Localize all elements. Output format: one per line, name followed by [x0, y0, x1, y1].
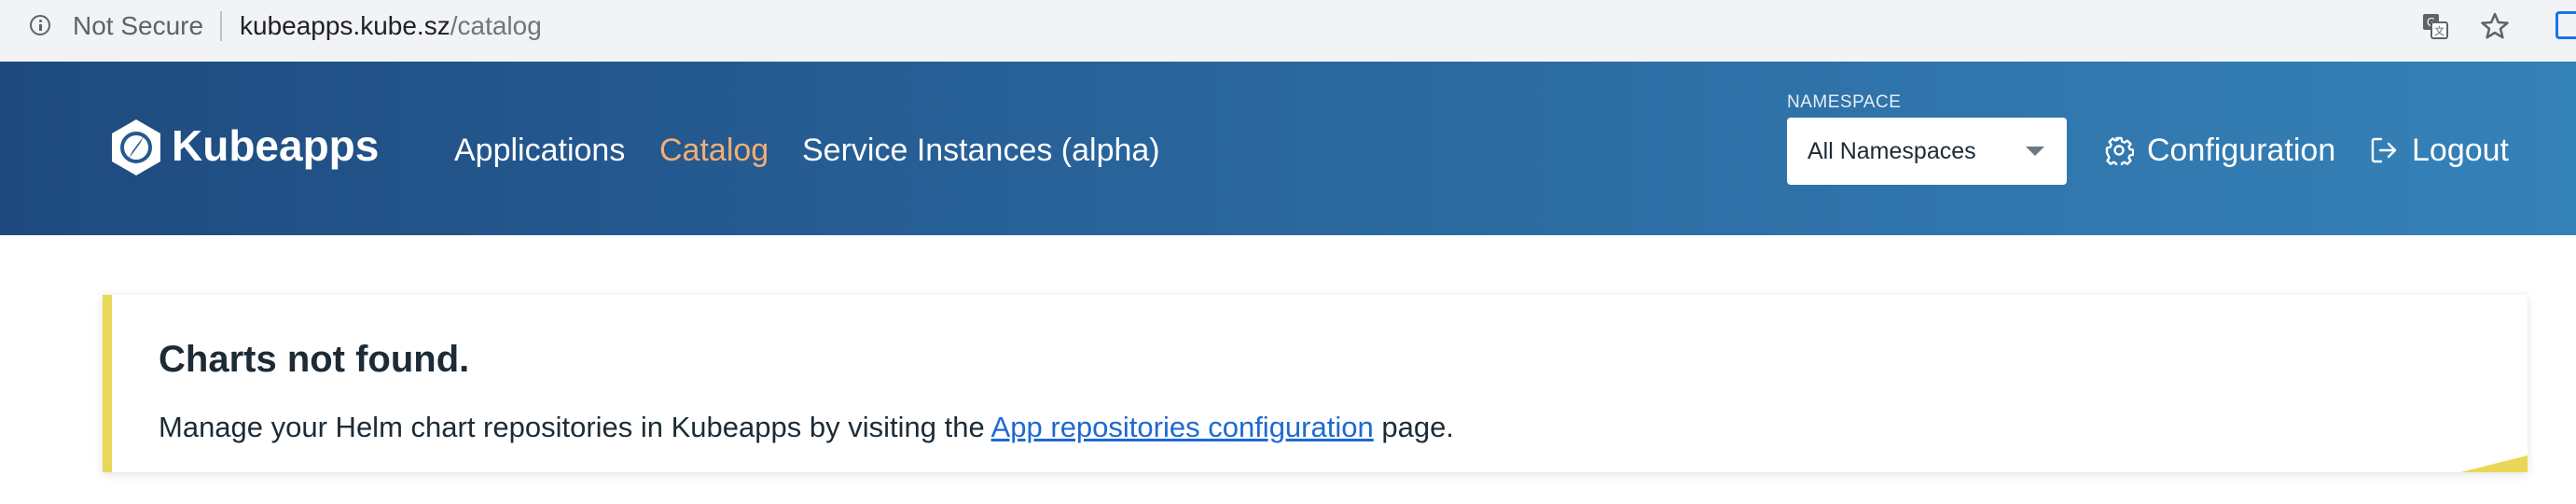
extension-icon[interactable] [2555, 11, 2576, 41]
security-label[interactable]: Not Secure [73, 11, 203, 41]
chevron-down-icon [2026, 147, 2044, 156]
namespace-select[interactable]: All Namespaces [1787, 118, 2067, 185]
url-field[interactable]: kubeapps.kube.sz/catalog [240, 11, 542, 41]
notice-corner-accent [2460, 455, 2528, 472]
translate-icon[interactable]: G 文 [2422, 13, 2448, 39]
url-host: kubeapps.kube.sz [240, 11, 450, 40]
configuration-label: Configuration [2147, 133, 2336, 168]
star-icon[interactable] [2480, 11, 2510, 41]
nav-catalog[interactable]: Catalog [659, 131, 769, 170]
notice-text-before: Manage your Helm chart repositories in K… [159, 411, 991, 443]
app-repositories-config-link[interactable]: App repositories configuration [991, 411, 1374, 443]
app-header: Kubeapps Applications Catalog Service In… [0, 62, 2576, 235]
notice-text-after: page. [1373, 411, 1454, 443]
address-divider [220, 11, 222, 41]
nav-applications[interactable]: Applications [454, 131, 625, 170]
url-path: /catalog [450, 11, 542, 40]
nav-service-instances[interactable]: Service Instances (alpha) [802, 131, 1160, 170]
kubeapps-logo-icon[interactable] [108, 118, 164, 177]
brand-name[interactable]: Kubeapps [172, 119, 379, 172]
browser-address-bar: Not Secure kubeapps.kube.sz/catalog G 文 [0, 0, 2576, 62]
namespace-label: NAMESPACE [1787, 92, 1902, 112]
charts-not-found-notice: Charts not found. Manage your Helm chart… [103, 295, 2528, 472]
svg-text:文: 文 [2434, 24, 2444, 37]
gear-icon [2105, 136, 2134, 165]
notice-text: Manage your Helm chart repositories in K… [159, 409, 1454, 446]
notice-title: Charts not found. [159, 339, 470, 380]
namespace-selected-value: All Namespaces [1807, 138, 1976, 164]
logout-icon [2371, 137, 2397, 163]
info-icon[interactable] [30, 15, 50, 35]
logout-label: Logout [2412, 133, 2509, 168]
